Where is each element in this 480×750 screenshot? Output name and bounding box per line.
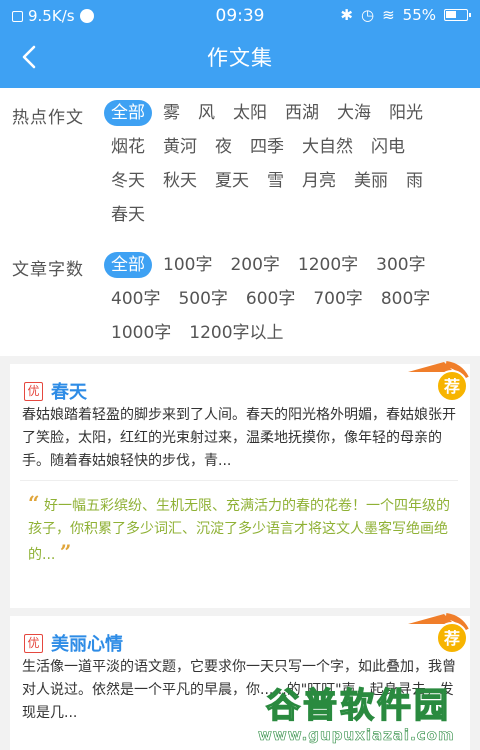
hot-topic-chip[interactable]: 西湖 bbox=[278, 100, 326, 126]
top-app-bar: 9.5K/s 09:39 ✱ ◷ ≋ 55% 作文集 bbox=[0, 0, 480, 88]
hot-topic-chip[interactable]: 雾 bbox=[156, 100, 187, 126]
word-count-chip[interactable]: 1200字以上 bbox=[182, 320, 290, 346]
hot-topic-chip[interactable]: 冬天 bbox=[104, 168, 152, 194]
divider bbox=[20, 480, 458, 481]
word-count-chip[interactable]: 1200字 bbox=[291, 252, 365, 278]
word-count-chip[interactable]: 400字 bbox=[104, 286, 167, 312]
page-title: 作文集 bbox=[207, 46, 273, 70]
article-title[interactable]: 春天 bbox=[51, 378, 87, 404]
filter-panel: 热点作文 全部雾风太阳 西湖 大海 阳光 烟花 黄河夜四季 大自然 闪电 冬天 秋天 夏天雪月亮 美丽… bbox=[0, 88, 480, 356]
hot-topic-chip[interactable]: 太阳 bbox=[226, 100, 274, 126]
hot-topic-chip[interactable]: 雨 bbox=[399, 168, 430, 194]
word-count-label: 文章字数 bbox=[12, 260, 84, 280]
battery-level: 55% bbox=[402, 6, 436, 24]
hot-topic-chip[interactable]: 月亮 bbox=[295, 168, 343, 194]
hot-topic-chip[interactable]: 雪 bbox=[260, 168, 291, 194]
article-card[interactable]: 优 春天 荐 春姑娘踏着轻盈的脚步来到了人间。春天的阳光格外明媚，春姑娘张开了笑… bbox=[10, 361, 470, 608]
word-count-chip[interactable]: 700字 bbox=[306, 286, 369, 312]
teacher-comment: “ 好一幅五彩缤纷、生机无限、充满活力的春的花卷！一个四年级的孩子，你积累了多少… bbox=[28, 492, 450, 567]
hot-topic-chip[interactable]: 大自然 bbox=[295, 134, 360, 160]
battery-icon bbox=[444, 9, 471, 21]
hot-topic-chip[interactable]: 烟花 bbox=[104, 134, 152, 160]
word-count-chip[interactable]: 200字 bbox=[223, 252, 286, 278]
hot-topic-chip[interactable]: 春天 bbox=[104, 202, 152, 228]
word-count-chip[interactable]: 300字 bbox=[369, 252, 432, 278]
hot-topic-chip[interactable]: 闪电 bbox=[364, 134, 412, 160]
hot-topic-chip[interactable]: 风 bbox=[191, 100, 222, 126]
word-count-chip[interactable]: 100字 bbox=[156, 252, 219, 278]
recommend-badge-label: 荐 bbox=[443, 629, 460, 648]
excellent-tag: 优 bbox=[24, 381, 43, 401]
article-excerpt: 春姑娘踏着轻盈的脚步来到了人间。春天的阳光格外明媚，春姑娘张开了笑脸，太阳，红红… bbox=[22, 407, 456, 469]
word-count-options: 全部 100字 200字 1200字 300字 400字 500字 600字 700字 800字 1… bbox=[104, 252, 464, 346]
open-quote-icon: “ bbox=[28, 491, 40, 515]
word-count-chip[interactable]: 500字 bbox=[171, 286, 234, 312]
bluetooth-icon: ✱ bbox=[340, 6, 353, 24]
hot-topic-chip[interactable]: 黄河 bbox=[156, 134, 204, 160]
hot-topic-chip[interactable]: 夜 bbox=[208, 134, 239, 160]
status-bar: 9.5K/s 09:39 ✱ ◷ ≋ 55% bbox=[0, 0, 480, 32]
recommend-badge-label: 荐 bbox=[443, 377, 460, 396]
wifi-icon: ≋ bbox=[382, 6, 395, 24]
article-title-row: 优 春天 bbox=[24, 378, 87, 404]
hot-topic-options: 全部雾风太阳 西湖 大海 阳光烟花 黄河夜四季 大自然 闪电冬天 秋天 夏天雪月亮 美丽雨春天 bbox=[104, 100, 464, 228]
watermark-url: www.gupuxiazai.com bbox=[258, 726, 455, 745]
word-count-chip[interactable]: 全部 bbox=[104, 252, 152, 278]
watermark: 谷普软件园 www.gupuxiazai.com bbox=[258, 660, 480, 750]
alarm-icon: ◷ bbox=[360, 6, 375, 24]
hot-topic-chip[interactable]: 阳光 bbox=[382, 100, 430, 126]
article-title-row: 优 美丽心情 bbox=[24, 630, 123, 656]
hot-topic-chip[interactable]: 四季 bbox=[243, 134, 291, 160]
hot-topic-label: 热点作文 bbox=[12, 108, 84, 128]
excellent-tag: 优 bbox=[24, 633, 43, 653]
article-title[interactable]: 美丽心情 bbox=[51, 630, 123, 656]
hot-topic-chip[interactable]: 夏天 bbox=[208, 168, 256, 194]
hot-topic-chip[interactable]: 全部 bbox=[104, 100, 152, 126]
comment-text: 好一幅五彩缤纷、生机无限、充满活力的春的花卷！一个四年级的孩子，你积累了多少词汇… bbox=[28, 498, 450, 563]
hot-topic-chip[interactable]: 美丽 bbox=[347, 168, 395, 194]
watermark-title: 谷普软件园 bbox=[265, 685, 451, 727]
word-count-chip[interactable]: 800字 bbox=[374, 286, 437, 312]
word-count-chip[interactable]: 600字 bbox=[239, 286, 302, 312]
close-quote-icon: ” bbox=[59, 540, 72, 564]
hot-topic-chip[interactable]: 大海 bbox=[330, 100, 378, 126]
word-count-chip[interactable]: 1000字 bbox=[104, 320, 178, 346]
hot-topic-chip[interactable]: 秋天 bbox=[156, 168, 204, 194]
